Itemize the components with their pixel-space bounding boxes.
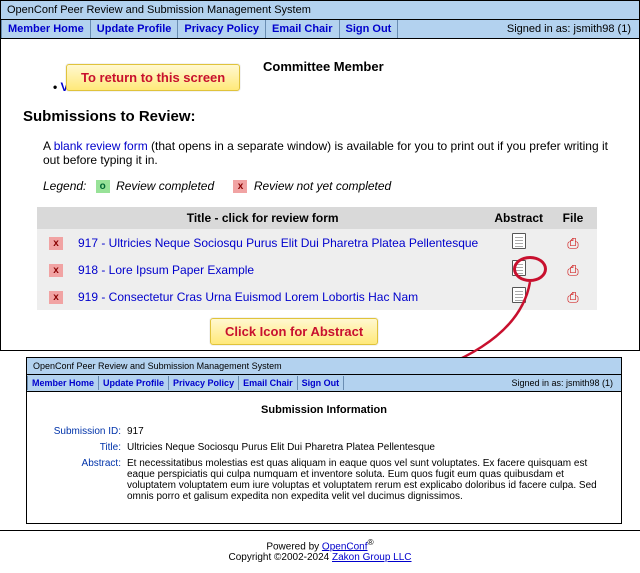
nav-email-chair-2[interactable]: Email Chair [239,376,298,390]
subtitle-value: Ultricies Neque Sociosqu Purus Elit Dui … [127,442,603,453]
subinfo-heading: Submission Information [45,404,603,416]
subabstract-label: Abstract: [45,458,127,502]
nav-member-home-2[interactable]: Member Home [27,376,99,390]
arrow-overlay [0,0,640,380]
footer-powered-link[interactable]: OpenConf [322,541,368,552]
title-bar-2: OpenConf Peer Review and Submission Mana… [27,358,621,375]
footer-copyright: Copyright ©2002-2024 [228,552,332,563]
footer-copyright-link[interactable]: Zakon Group LLC [332,552,412,563]
submission-info: Submission Information Submission ID: 91… [27,392,621,523]
subid-label: Submission ID: [45,426,127,437]
page-footer: Powered by OpenConf® Copyright ©2002-202… [0,530,640,573]
nav-update-profile-2[interactable]: Update Profile [99,376,169,390]
nav-row-2: Member Home Update Profile Privacy Polic… [27,375,621,392]
subabstract-value: Et necessitatibus molestias est quas ali… [127,458,603,502]
subtitle-label: Title: [45,442,127,453]
nav-privacy-policy-2[interactable]: Privacy Policy [169,376,239,390]
detail-panel: OpenConf Peer Review and Submission Mana… [26,357,622,524]
footer-sup: ® [368,537,374,547]
nav-links-2: Member Home Update Profile Privacy Polic… [27,376,344,390]
nav-sign-out-2[interactable]: Sign Out [298,376,345,390]
signed-in-label-2: Signed in as: jsmith98 (1) [503,375,621,391]
subid-value: 917 [127,426,603,437]
footer-powered-pre: Powered by [266,541,322,552]
